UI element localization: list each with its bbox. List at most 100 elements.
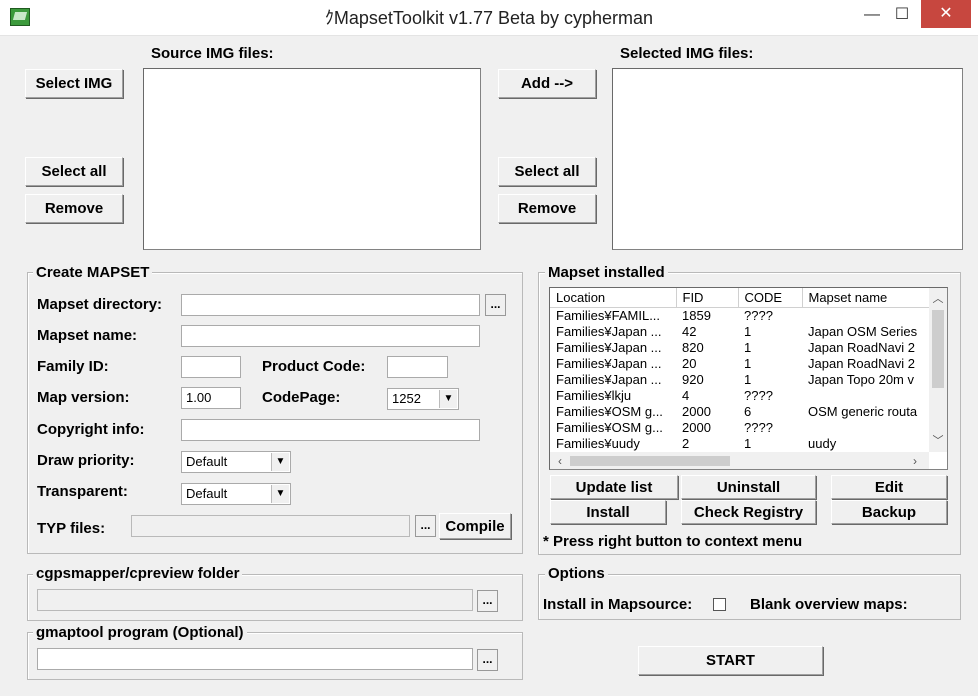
edit-button[interactable]: Edit: [831, 475, 947, 499]
typ-browse-button[interactable]: ...: [415, 515, 436, 537]
cell-fid: 4: [682, 387, 690, 403]
table-row[interactable]: Families¥Japan ... 20 1 Japan RoadNavi 2: [550, 355, 931, 371]
cell-code: 1: [744, 339, 752, 355]
mapset-name-label: Mapset name:: [37, 327, 138, 344]
context-menu-note: * Press right button to context menu: [543, 533, 803, 550]
update-list-button[interactable]: Update list: [550, 475, 678, 499]
horizontal-scroll-thumb[interactable]: [570, 456, 730, 466]
cell-location: Families¥OSM g...: [556, 403, 663, 419]
cell-fid: 1859: [682, 307, 711, 323]
install-button[interactable]: Install: [550, 500, 666, 524]
cell-mapset-name: uudy: [808, 435, 837, 451]
table-row[interactable]: Families¥lkju 4????: [550, 387, 931, 403]
cell-code: ????: [744, 387, 773, 403]
source-remove-button[interactable]: Remove: [25, 194, 123, 223]
codepage-label: CodePage:: [262, 389, 341, 406]
selected-img-list[interactable]: [612, 68, 963, 250]
cell-mapset-name: Japan Topo 20m v: [808, 371, 914, 387]
cell-location: Families¥uudy: [556, 435, 640, 451]
codepage-value: 1252: [392, 391, 421, 406]
gmaptool-input[interactable]: [37, 648, 473, 670]
compile-button[interactable]: Compile: [439, 513, 511, 539]
cell-code: ????: [744, 419, 773, 435]
scroll-down-icon[interactable]: ﹀: [929, 432, 947, 448]
mapset-directory-label: Mapset directory:: [37, 296, 163, 313]
copyright-input[interactable]: [181, 419, 480, 441]
transparent-select[interactable]: Default ▼: [181, 483, 291, 505]
typ-files-input[interactable]: [131, 515, 410, 537]
scroll-right-icon[interactable]: ›: [908, 452, 922, 469]
backup-button[interactable]: Backup: [831, 500, 947, 524]
install-in-mapsource-checkbox[interactable]: [713, 598, 726, 611]
window-title: ｸMapsetToolkit v1.77 Beta by cypherman: [324, 8, 654, 28]
mapset-list-header: Location FID CODE Mapset name: [550, 288, 932, 308]
source-img-list[interactable]: [143, 68, 481, 250]
cell-fid: 42: [682, 323, 697, 339]
column-header-fid[interactable]: FID: [676, 288, 739, 308]
mapset-directory-browse-button[interactable]: ...: [485, 294, 506, 316]
cell-fid: 820: [682, 339, 704, 355]
cell-mapset-name: [802, 419, 931, 435]
selected-img-label: Selected IMG files:: [620, 45, 754, 62]
chevron-down-icon[interactable]: ▼: [439, 390, 457, 408]
table-row[interactable]: Families¥FAMIL... 1859????: [550, 307, 931, 323]
transparent-label: Transparent:: [37, 483, 128, 500]
uninstall-button[interactable]: Uninstall: [681, 475, 816, 499]
cgpsmapper-folder-input[interactable]: [37, 589, 473, 611]
cell-location: Families¥Japan ...: [556, 355, 662, 371]
cell-location: Families¥Japan ...: [556, 323, 662, 339]
close-button[interactable]: ✕: [921, 0, 971, 28]
table-row[interactable]: Families¥Japan ... 820 1 Japan RoadNavi 2: [550, 339, 931, 355]
map-version-label: Map version:: [37, 389, 130, 406]
column-header-location[interactable]: Location: [550, 288, 677, 308]
scroll-left-icon[interactable]: ‹: [553, 452, 567, 469]
cell-code: ????: [744, 307, 773, 323]
blank-overview-maps-label: Blank overview maps:: [750, 596, 908, 613]
mapset-name-input[interactable]: [181, 325, 480, 347]
cell-mapset-name: OSM generic routa: [808, 403, 918, 419]
vertical-scrollbar[interactable]: ︿ ﹀: [929, 288, 947, 452]
check-registry-button[interactable]: Check Registry: [681, 500, 816, 524]
table-row[interactable]: Families¥Japan ... 42 1 Japan OSM Series: [550, 323, 931, 339]
add-button[interactable]: Add -->: [498, 69, 596, 98]
table-row[interactable]: Families¥OSM g... 2000????: [550, 419, 931, 435]
chevron-down-icon[interactable]: ▼: [271, 453, 289, 471]
product-code-label: Product Code:: [262, 358, 366, 375]
horizontal-scrollbar[interactable]: ‹ ›: [550, 452, 929, 469]
maximize-button[interactable]: ☐: [884, 0, 920, 30]
select-img-button[interactable]: Select IMG: [25, 69, 123, 98]
product-code-input[interactable]: [387, 356, 448, 378]
cell-fid: 920: [682, 371, 704, 387]
cell-location: Families¥FAMIL...: [556, 307, 661, 323]
chevron-down-icon[interactable]: ▼: [271, 485, 289, 503]
cell-location: Families¥Japan ...: [556, 339, 662, 355]
mapset-directory-input[interactable]: [181, 294, 480, 316]
source-img-label: Source IMG files:: [151, 45, 274, 62]
family-id-input[interactable]: [181, 356, 241, 378]
cell-location: Families¥lkju: [556, 387, 632, 403]
transparent-value: Default: [186, 486, 228, 501]
cell-fid: 2000: [682, 403, 711, 419]
selected-remove-button[interactable]: Remove: [498, 194, 596, 223]
cell-mapset-name: [802, 307, 931, 323]
column-header-mapset-name[interactable]: Mapset name: [802, 288, 932, 308]
create-mapset-title: Create MAPSET: [33, 264, 153, 282]
mapset-installed-title: Mapset installed: [545, 264, 668, 282]
gmaptool-browse-button[interactable]: ...: [477, 649, 498, 671]
cell-location: Families¥OSM g...: [556, 419, 663, 435]
mapset-list[interactable]: Location FID CODE Mapset name Families¥F…: [549, 287, 948, 470]
selected-select-all-button[interactable]: Select all: [498, 157, 596, 186]
gmaptool-title: gmaptool program (Optional): [33, 624, 247, 642]
cgpsmapper-browse-button[interactable]: ...: [477, 590, 498, 612]
table-row[interactable]: Families¥uudy 2 1 uudy: [550, 435, 931, 451]
column-header-code[interactable]: CODE: [738, 288, 803, 308]
map-version-input[interactable]: 1.00: [181, 387, 241, 409]
table-row[interactable]: Families¥Japan ... 920 1 Japan Topo 20m v: [550, 371, 931, 387]
draw-priority-select[interactable]: Default ▼: [181, 451, 291, 473]
table-row[interactable]: Families¥OSM g... 2000 6 OSM generic routa: [550, 403, 931, 419]
scroll-up-icon[interactable]: ︿: [929, 290, 947, 306]
start-button[interactable]: START: [638, 646, 823, 675]
vertical-scroll-thumb[interactable]: [932, 310, 944, 388]
source-select-all-button[interactable]: Select all: [25, 157, 123, 186]
codepage-select[interactable]: 1252 ▼: [387, 388, 459, 410]
